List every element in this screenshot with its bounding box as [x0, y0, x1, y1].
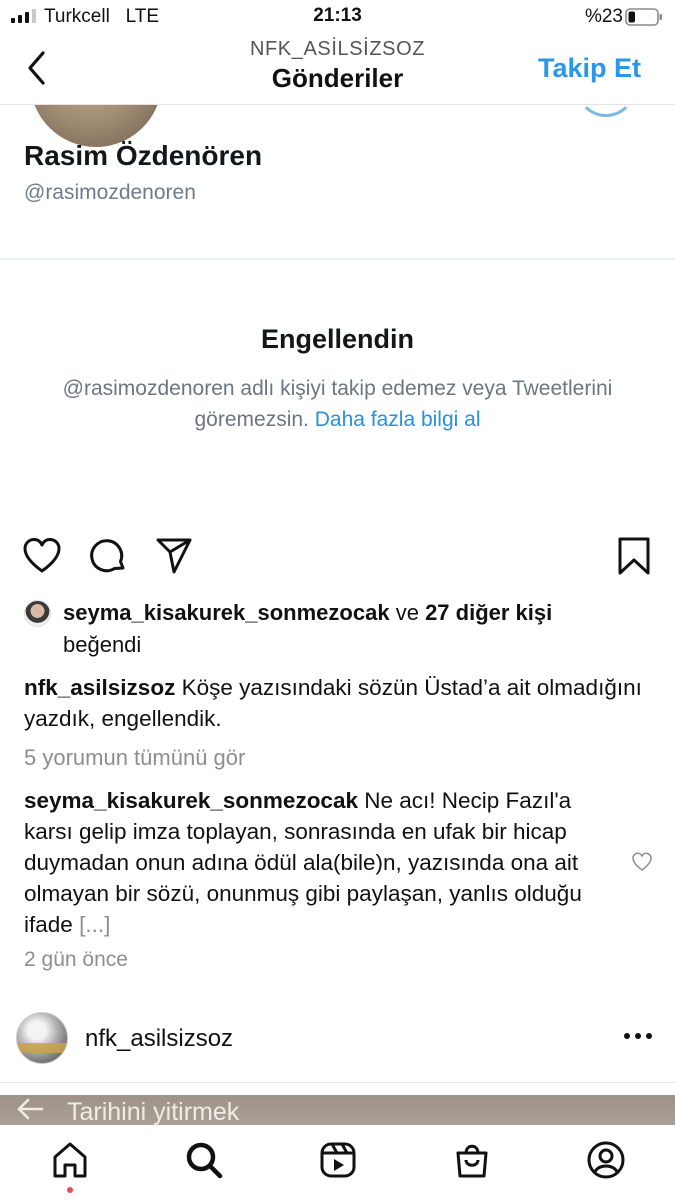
likes-others[interactable]: 27 diğer kişi: [425, 600, 552, 625]
learn-more-link: Daha fazla bilgi al: [314, 408, 481, 431]
comment-more[interactable]: [...]: [79, 912, 110, 937]
comment-username[interactable]: seyma_kisakurek_sonmezocak: [24, 788, 358, 813]
reels-icon[interactable]: [318, 1140, 358, 1180]
caption-username[interactable]: nfk_asilsizsoz: [24, 675, 175, 700]
next-post-preview-text: Tarihini yitirmek: [67, 1098, 240, 1125]
share-icon[interactable]: [154, 536, 194, 576]
twitter-profile-name: Rasim Özdenören: [24, 140, 263, 171]
home-notification-dot: [67, 1187, 73, 1193]
comment-like-heart-icon[interactable]: [631, 851, 653, 873]
blocked-title: Engellendin: [260, 324, 414, 354]
post-actions: [0, 530, 675, 580]
arrow-left-icon: [17, 1098, 44, 1120]
profile-icon[interactable]: [586, 1140, 626, 1180]
shop-icon[interactable]: [452, 1140, 492, 1180]
clock: 21:13: [313, 5, 362, 26]
blocked-message: @rasimozdenoren adlı kişiyi takip edemez…: [40, 373, 635, 435]
comment-icon[interactable]: [88, 536, 128, 576]
likes-text: seyma_kisakurek_sonmezocak ve 27 diğer k…: [24, 597, 654, 661]
more-options-icon[interactable]: [622, 1031, 654, 1041]
twitter-profile-handle: @rasimozdenoren: [24, 181, 196, 204]
post-image[interactable]: Rasim Özdenören @rasimozdenoren Engellen…: [0, 105, 675, 515]
comment: seyma_kisakurek_sonmezocak Ne acı! Necip…: [24, 785, 624, 940]
battery-icon: [625, 8, 662, 26]
liker-avatar: [24, 600, 51, 627]
liker-username[interactable]: seyma_kisakurek_sonmezocak: [63, 600, 390, 625]
likes-liked: beğendi: [63, 632, 142, 657]
avatar-caption-band: [17, 1043, 67, 1053]
twitter-divider: [0, 258, 675, 260]
twitter-button-edge: [576, 105, 636, 117]
heart-icon[interactable]: [22, 536, 62, 576]
next-post-username[interactable]: nfk_asilsizsoz: [85, 1025, 233, 1053]
status-bar: Turkcell LTE 21:13 %23: [0, 0, 675, 36]
search-icon[interactable]: [184, 1140, 224, 1180]
view-all-comments-link[interactable]: 5 yorumun tümünü gör: [24, 745, 245, 771]
next-post-header: nfk_asilsizsoz: [0, 1008, 675, 1074]
follow-button[interactable]: Takip Et: [538, 53, 641, 84]
likes-summary[interactable]: seyma_kisakurek_sonmezocak ve 27 diğer k…: [24, 597, 654, 661]
bottom-navigation: [0, 1125, 675, 1200]
header: NFK_ASİLSİZSOZ Gönderiler Takip Et: [0, 36, 675, 104]
battery-percent: %23: [584, 6, 623, 27]
next-post-divider: [0, 1082, 675, 1083]
post-timestamp: 2 gün önce: [24, 948, 128, 971]
post-caption: nfk_asilsizsoz Köşe yazısındaki sözün Üs…: [24, 672, 644, 734]
next-post-image-preview[interactable]: Tarihini yitirmek: [0, 1095, 675, 1125]
likes-and: ve: [395, 600, 419, 625]
bookmark-icon[interactable]: [614, 536, 654, 576]
home-icon[interactable]: [50, 1140, 90, 1180]
next-post-avatar[interactable]: [16, 1012, 68, 1064]
